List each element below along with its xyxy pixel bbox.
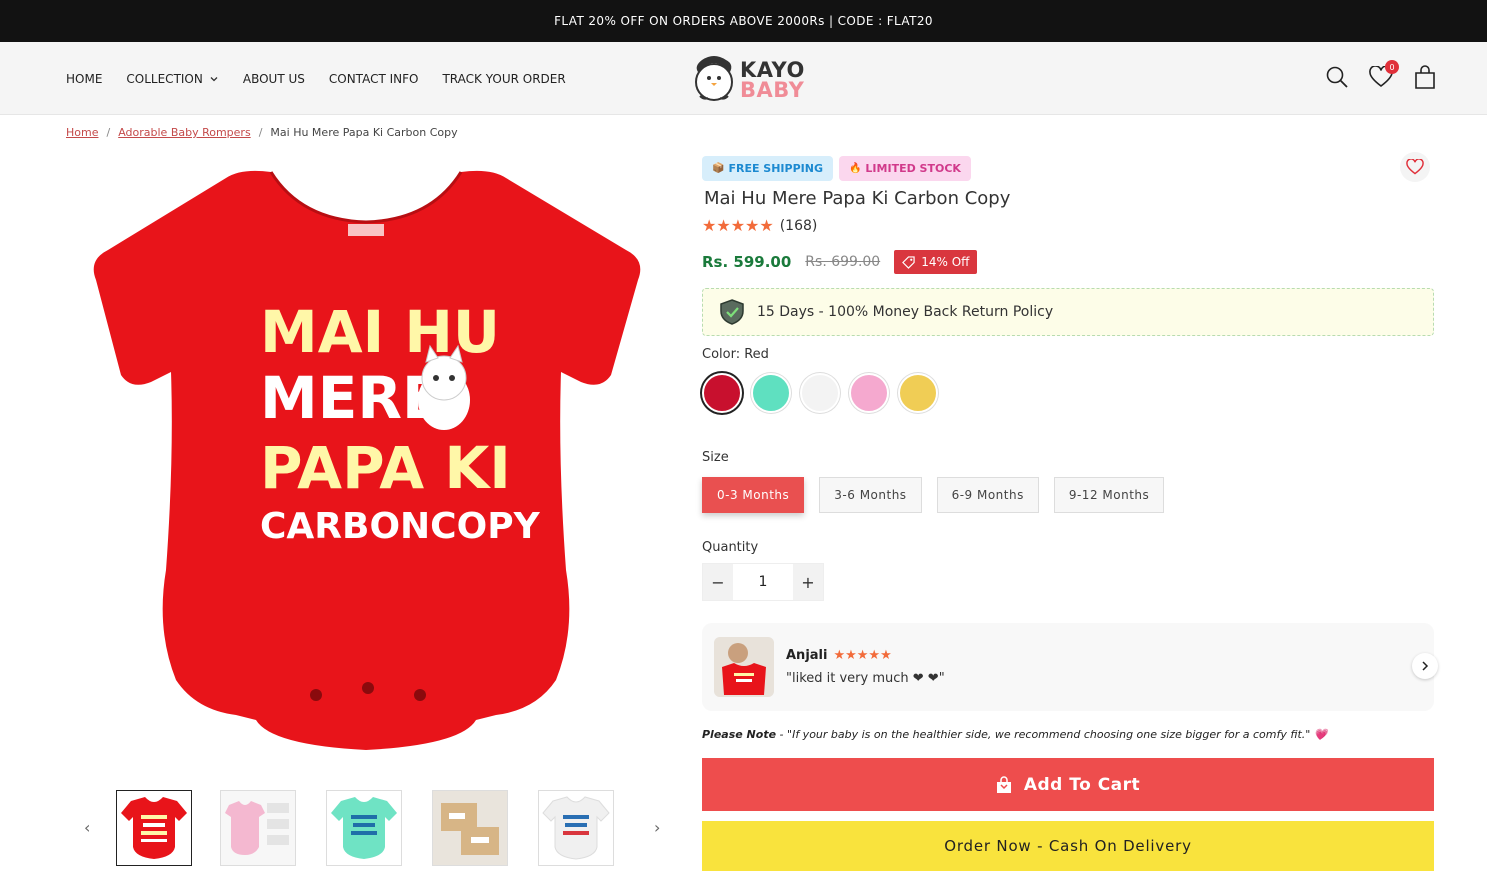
quantity-stepper: − 1 + — [702, 563, 824, 601]
thumbnail-4[interactable] — [432, 790, 508, 866]
return-policy-banner: 15 Days - 100% Money Back Return Policy — [702, 288, 1434, 336]
size-note-text: - "If your baby is on the healthier side… — [776, 728, 1328, 741]
header-actions: 0 — [1323, 60, 1439, 92]
size-option[interactable]: 0-3 Months — [702, 477, 805, 513]
reviewer-name-row: Anjali ★★★★★ — [786, 648, 892, 663]
thumbnail-3[interactable] — [326, 790, 402, 866]
breadcrumb-separator: / — [258, 126, 263, 139]
reviewer-name: Anjali — [786, 648, 828, 663]
chevron-down-icon — [210, 76, 218, 81]
fire-icon: 🔥 — [848, 163, 862, 174]
bag-icon — [996, 775, 1011, 793]
swatch-pink[interactable] — [849, 373, 889, 413]
size-note-label: Please Note — [702, 728, 777, 741]
nav-home[interactable]: HOME — [66, 72, 102, 86]
limited-stock-badge: 🔥 LIMITED STOCK — [838, 156, 971, 181]
nav-about[interactable]: ABOUT US — [243, 72, 305, 86]
thumbnail-2[interactable] — [220, 790, 296, 866]
thumbnail-1[interactable] — [116, 790, 192, 866]
size-option[interactable]: 6-9 Months — [936, 477, 1039, 513]
search-icon — [1326, 66, 1348, 88]
rating-stars: ★★★★★ — [702, 216, 774, 235]
review-next-button[interactable] — [1412, 653, 1438, 679]
product-rating[interactable]: ★★★★★ (168) — [702, 216, 817, 235]
wishlist-count-badge: 0 — [1385, 60, 1399, 74]
shield-check-icon — [720, 299, 744, 325]
discount-badge: 14% Off — [894, 250, 978, 274]
thumbnail-next-button[interactable]: › — [654, 818, 660, 837]
add-to-cart-label: Add To Cart — [1023, 774, 1141, 795]
onesie-print-line-1: MAI HU — [260, 298, 500, 366]
cart-button[interactable] — [1411, 62, 1439, 92]
onesie-image: MAI HU MERE PAPA KI CARBONCOPY — [93, 170, 641, 750]
thumbnail-prev-button[interactable]: ‹ — [84, 818, 90, 837]
original-price: Rs. 699.00 — [805, 254, 881, 270]
search-button[interactable] — [1323, 62, 1351, 92]
review-photo[interactable] — [714, 637, 774, 697]
nav-track-order[interactable]: TRACK YOUR ORDER — [442, 72, 565, 86]
onesie-print-line-2: MERE — [260, 364, 442, 432]
penguin-logo-icon — [695, 56, 733, 101]
box-icon: 📦 — [712, 163, 725, 174]
swatch-white[interactable] — [800, 373, 840, 413]
quantity-decrease-button[interactable]: − — [703, 564, 733, 600]
review-text: "liked it very much ❤ ❤" — [786, 671, 945, 686]
quantity-increase-button[interactable]: + — [793, 564, 823, 600]
onesie-print-line-3: PAPA KI — [260, 434, 511, 502]
discount-label: 14% Off — [921, 255, 970, 269]
color-swatches — [702, 373, 938, 413]
size-option[interactable]: 9-12 Months — [1053, 477, 1165, 513]
thumbnail-5[interactable] — [538, 790, 614, 866]
announcement-bar: FLAT 20% OFF ON ORDERS ABOVE 2000Rs | CO… — [0, 0, 1487, 42]
add-to-cart-button[interactable]: Add To Cart — [702, 758, 1434, 811]
size-label: Size — [702, 450, 729, 465]
logo-text-bottom: BABY — [740, 78, 805, 102]
swatch-mint[interactable] — [751, 373, 791, 413]
heart-icon — [1406, 159, 1424, 175]
size-option[interactable]: 3-6 Months — [819, 477, 922, 513]
add-to-wishlist-button[interactable] — [1400, 152, 1430, 182]
review-count: (168) — [779, 217, 818, 234]
return-policy-text: 15 Days - 100% Money Back Return Policy — [757, 304, 1054, 320]
nav-collection-label: COLLECTION — [126, 71, 203, 86]
product-badges: 📦 FREE SHIPPING 🔥 LIMITED STOCK — [702, 156, 971, 181]
review-stars: ★★★★★ — [833, 648, 892, 663]
sale-price: Rs. 599.00 — [702, 253, 792, 271]
review-card: Anjali ★★★★★ "liked it very much ❤ ❤" — [702, 623, 1438, 711]
breadcrumb-collection[interactable]: Adorable Baby Rompers — [118, 126, 250, 139]
size-options: 0-3 Months 3-6 Months 6-9 Months 9-12 Mo… — [702, 477, 1165, 513]
main-nav: HOME COLLECTION ABOUT US CONTACT INFO TR… — [66, 42, 566, 115]
breadcrumb-current: Mai Hu Mere Papa Ki Carbon Copy — [270, 126, 458, 139]
announcement-text: FLAT 20% OFF ON ORDERS ABOVE 2000Rs | CO… — [554, 14, 933, 28]
nav-collection[interactable]: COLLECTION — [126, 72, 218, 86]
quantity-label: Quantity — [702, 540, 759, 555]
breadcrumb-separator: / — [106, 126, 111, 139]
price-row: Rs. 599.00 Rs. 699.00 14% Off — [702, 250, 978, 274]
limited-stock-label: LIMITED STOCK — [865, 162, 961, 175]
breadcrumb: Home / Adorable Baby Rompers / Mai Hu Me… — [66, 126, 458, 139]
quantity-input[interactable]: 1 — [733, 564, 793, 600]
bag-icon — [1415, 65, 1435, 89]
product-title: Mai Hu Mere Papa Ki Carbon Copy — [704, 188, 1011, 209]
breadcrumb-home[interactable]: Home — [66, 126, 98, 139]
tag-icon — [902, 255, 915, 269]
onesie-print-line-4: CARBONCOPY — [260, 506, 541, 547]
chevron-right-icon — [1422, 661, 1429, 671]
swatch-red[interactable] — [702, 373, 742, 413]
color-label: Color: Red — [702, 347, 769, 362]
cash-on-delivery-label: Order Now - Cash On Delivery — [944, 837, 1192, 855]
logo[interactable]: KAYO BABY — [690, 52, 815, 104]
free-shipping-label: FREE SHIPPING — [728, 162, 823, 175]
free-shipping-badge: 📦 FREE SHIPPING — [702, 156, 833, 181]
site-header: HOME COLLECTION ABOUT US CONTACT INFO TR… — [0, 42, 1487, 115]
thumbnail-strip: ‹ › — [80, 790, 670, 866]
cash-on-delivery-button[interactable]: Order Now - Cash On Delivery — [702, 821, 1434, 871]
wishlist-button[interactable]: 0 — [1367, 60, 1399, 92]
main-product-image[interactable]: MAI HU MERE PAPA KI CARBONCOPY — [66, 150, 668, 760]
swatch-yellow[interactable] — [898, 373, 938, 413]
size-note: Please Note - "If your baby is on the he… — [702, 728, 1328, 741]
nav-contact[interactable]: CONTACT INFO — [329, 72, 419, 86]
